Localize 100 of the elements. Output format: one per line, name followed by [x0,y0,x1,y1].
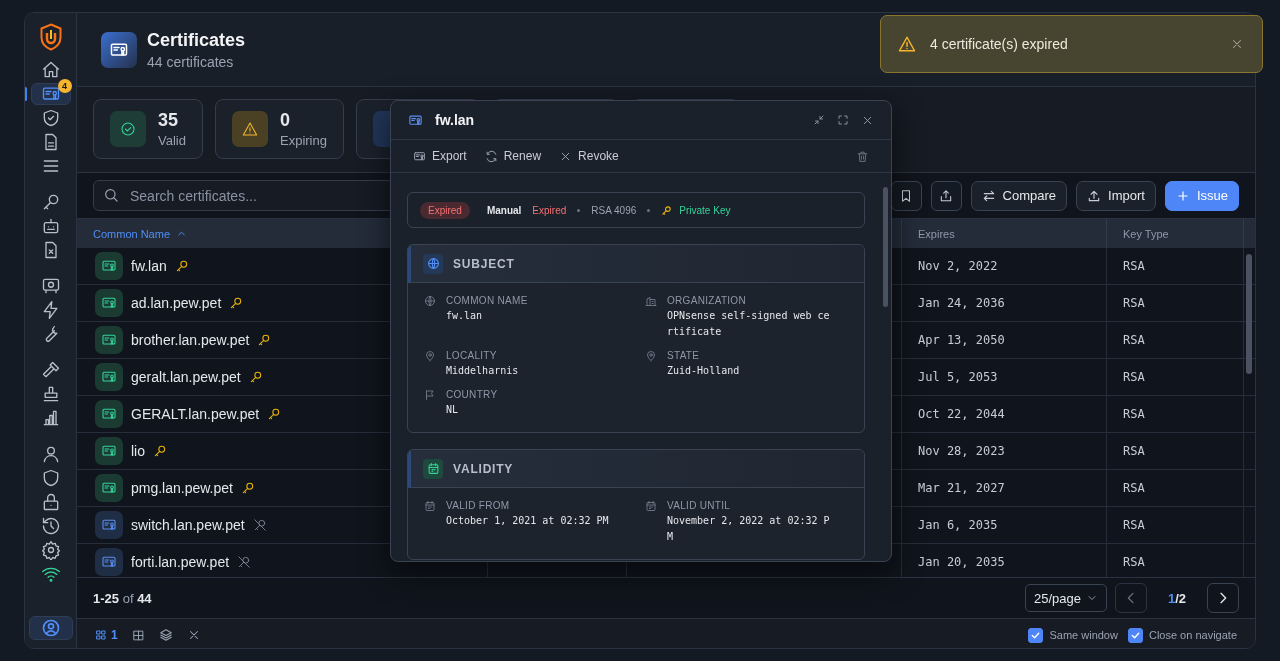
shield-logo-icon [38,23,63,51]
separator-dot [647,208,651,212]
checkbox[interactable] [1127,627,1143,643]
certificate-icon [101,295,117,311]
certificate-icon [101,443,117,459]
expiry-date: Nov 28, 2023 [918,444,1005,458]
stat-value: 35 [158,110,180,131]
history-icon [40,516,61,536]
field-value: Middelharnis [446,364,520,378]
key-type: RSA [1123,481,1145,495]
compare-button[interactable]: Compare [970,180,1068,211]
trash-icon [856,149,869,163]
expiry-date: Mar 21, 2027 [918,481,1005,495]
certificate-icon [101,258,117,274]
safe-icon [40,276,61,296]
certificate-name[interactable]: forti.lan.pew.pet [131,554,230,570]
export-button[interactable]: Export [413,149,467,163]
algorithm-label: RSA 4096 [591,204,637,216]
minimize-button[interactable] [813,114,825,126]
key-icon [153,444,167,458]
column-header[interactable]: Key Type [1123,227,1169,240]
settings-icon [40,540,61,560]
expiry-date: Jan 24, 2036 [918,296,1005,310]
minimize-icon [813,114,825,126]
share-icon [939,188,954,203]
certificate-icon [101,369,117,385]
tile-button[interactable] [131,628,145,642]
key-type: RSA [1123,555,1145,569]
close-button[interactable] [1230,37,1244,51]
certificate-name[interactable]: ad.lan.pew.pet [131,295,222,311]
status-badge: Expired [420,201,470,219]
certificate-name[interactable]: lio [131,443,145,459]
certificate-name[interactable]: brother.lan.pew.pet [131,332,250,348]
key-icon [229,296,244,310]
user-circle-icon [40,618,61,638]
renew-button[interactable]: Renew [484,149,542,163]
arrows-icon [981,188,996,203]
checkbox[interactable] [1028,627,1044,643]
globe-icon [426,257,440,270]
expiry-date: Jul 5, 2053 [918,370,998,384]
field-label: ORGANIZATION [667,295,747,306]
expiry-date: Jan 6, 2035 [918,518,998,532]
field-label: COMMON NAME [446,295,529,306]
field-label: LOCALITY [446,350,498,361]
separator-dot [577,208,581,212]
calendar-icon [426,462,440,475]
expiry-date: Apr 13, 2050 [918,333,1005,347]
toast-message: 4 certificate(s) expired [930,36,1068,52]
certificate-icon [408,112,423,128]
refresh-icon [484,149,498,163]
certificate-name[interactable]: geralt.lan.pew.pet [131,369,241,385]
warning-icon [242,121,258,137]
page-title: Certificates [147,29,246,51]
key-icon [661,204,673,216]
maximize-button[interactable] [837,114,849,126]
field-value: October 1, 2021 at 02:32 PM [446,514,610,528]
scrollbar-thumb[interactable] [1246,254,1252,374]
certificate-name[interactable]: GERALT.lan.pew.pet [131,406,260,422]
location-pin-icon [424,350,436,362]
scrollbar-thumb[interactable] [883,187,888,307]
key-icon [174,259,189,273]
certificate-icon [101,480,117,496]
key-type: RSA [1123,444,1145,458]
building-icon [645,295,657,307]
key-type: RSA [1123,407,1145,421]
key-icon [267,407,282,421]
checkbox-label: Same window [1049,629,1118,641]
layers-button[interactable] [158,628,173,642]
revoke-button[interactable]: Revoke [559,149,619,163]
upload-icon [1087,188,1102,203]
delete-button[interactable] [856,149,869,163]
page-subtitle: 44 certificates [147,53,235,70]
close-icon [1230,37,1244,51]
certificate-icon [101,406,117,422]
location-pin-icon [645,350,657,362]
field-label: STATE [667,350,701,361]
grid-icon [131,628,145,642]
hammer-icon [40,360,61,380]
expiry-date: Oct 22, 2044 [918,407,1005,421]
expiry-date: Nov 2, 2022 [918,259,998,273]
workspace-button[interactable]: 1 [95,628,118,642]
plus-icon [1175,188,1190,203]
certificate-name[interactable]: pmg.lan.pew.pet [131,480,233,496]
field-label: COUNTRY [446,389,499,400]
bookmark-button[interactable] [890,180,922,211]
grid-icon [95,629,107,641]
key-type: RSA [1123,259,1145,273]
field-value: Zuid-Holland [667,364,741,378]
key-type: RSA [1123,296,1145,310]
share-button[interactable] [930,180,962,211]
page-size-select[interactable]: 25/page [1025,584,1107,612]
section-title: VALIDITY [453,461,514,476]
next-page-button[interactable] [1207,583,1239,613]
certificate-name[interactable]: fw.lan [131,258,167,274]
checkbox-label: Close on navigate [1148,629,1237,641]
column-header[interactable]: Common Name [93,227,171,240]
certificate-name[interactable]: switch.lan.pew.pet [131,517,245,533]
import-button[interactable]: Import [1076,180,1156,211]
key-icon [248,370,263,384]
column-header[interactable]: Expires [918,227,955,240]
